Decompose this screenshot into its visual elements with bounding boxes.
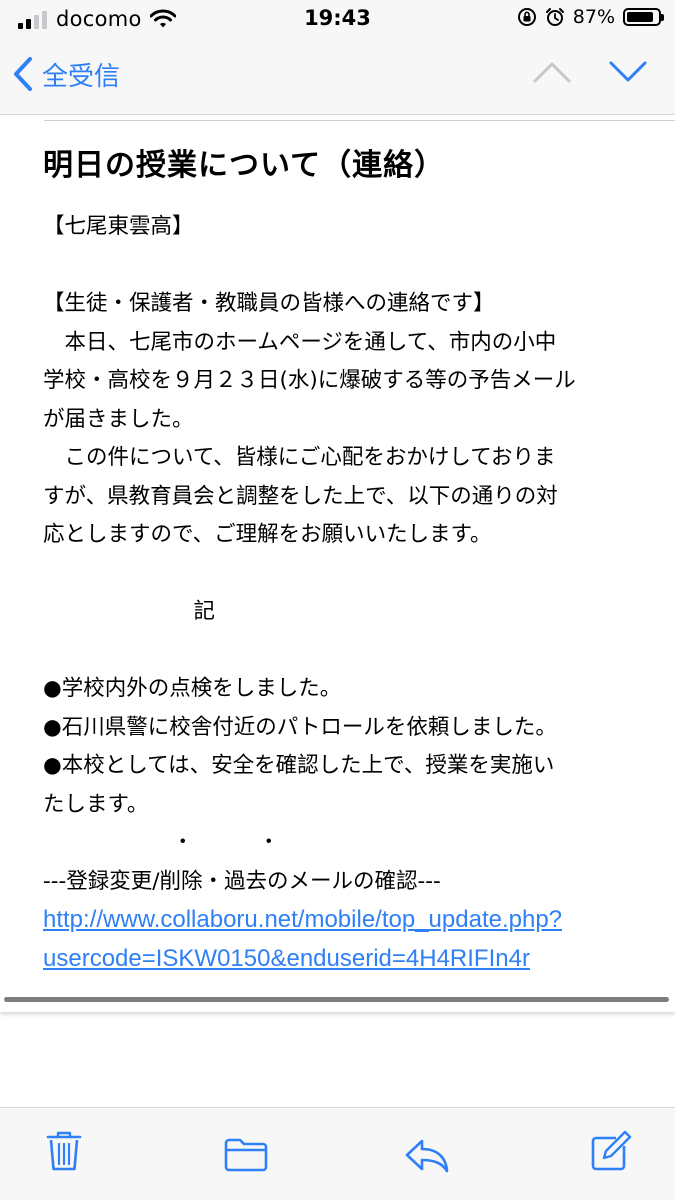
divider bbox=[44, 120, 675, 121]
update-registration-link[interactable]: usercode=ISKW0150&enduserid=4H4RIFIn4r bbox=[43, 945, 530, 972]
update-registration-link[interactable]: http://www.collaboru.net/mobile/top_upda… bbox=[43, 906, 562, 933]
status-bar: docomo 19:43 87% bbox=[0, 0, 675, 38]
body-line: たします。 bbox=[43, 791, 149, 817]
compose-button[interactable] bbox=[590, 1130, 632, 1176]
chevron-up-icon bbox=[533, 62, 571, 83]
trash-icon bbox=[46, 1131, 82, 1171]
body-line: ・ ・ bbox=[43, 830, 280, 855]
message-subject: 明日の授業について（連絡） bbox=[43, 148, 446, 183]
body-line: ---登録変更/削除・過去のメールの確認--- bbox=[43, 868, 441, 894]
message-body: 【七尾東雲高】 【生徒・保護者・教職員の皆様への連絡です】 本日、七尾市のホーム… bbox=[43, 208, 655, 978]
body-line: ●石川県警に校舎付近のパトロールを依頼しました。 bbox=[43, 714, 557, 740]
body-line: 【七尾東雲高】 bbox=[43, 214, 194, 239]
body-line: 【生徒・保護者・教職員の皆様への連絡です】 bbox=[43, 291, 495, 316]
orientation-lock-icon bbox=[517, 8, 536, 26]
body-line: 記 bbox=[43, 599, 216, 624]
reply-button[interactable] bbox=[404, 1138, 450, 1178]
next-message-button[interactable] bbox=[608, 60, 648, 88]
body-line: この件について、皆様にご心配をおかけしておりま bbox=[43, 445, 556, 470]
body-line: 本日、七尾市のホームページを通して、市内の小中 bbox=[43, 329, 557, 355]
delete-button[interactable] bbox=[46, 1130, 82, 1176]
body-line bbox=[43, 247, 655, 286]
alarm-icon bbox=[545, 8, 564, 26]
body-line bbox=[43, 555, 655, 594]
back-to-inbox-button[interactable]: 全受信 bbox=[12, 54, 120, 94]
body-line: ●本校としては、安全を確認した上で、授業を実施い bbox=[43, 753, 555, 778]
battery-icon bbox=[623, 8, 664, 26]
folder-icon bbox=[224, 1138, 268, 1172]
battery-percent: 87% bbox=[572, 6, 615, 28]
body-line: ●学校内外の点検をしました。 bbox=[43, 676, 342, 701]
body-line bbox=[43, 632, 655, 671]
move-to-folder-button[interactable] bbox=[224, 1138, 268, 1176]
compose-icon bbox=[591, 1130, 632, 1171]
body-line: 応としますので、ご理解をお願いいたします。 bbox=[43, 522, 492, 547]
mail-nav-bar: 全受信 bbox=[0, 38, 675, 115]
reply-icon bbox=[405, 1139, 449, 1173]
body-line: が届きました。 bbox=[43, 406, 194, 432]
chevron-down-icon bbox=[609, 61, 647, 82]
scrollbar[interactable] bbox=[4, 997, 669, 1002]
bottom-toolbar bbox=[0, 1107, 675, 1200]
back-button-label: 全受信 bbox=[42, 61, 121, 92]
chevron-left-icon bbox=[14, 57, 32, 91]
body-line: すが、県教育員会と調整をした上で、以下の通りの対 bbox=[43, 483, 558, 509]
previous-message-button[interactable] bbox=[532, 60, 572, 88]
body-line: 学校・高校を９月２３日(水)に爆破する等の予告メール bbox=[43, 368, 576, 393]
message-view: 明日の授業について（連絡） 【七尾東雲高】 【生徒・保護者・教職員の皆様への連絡… bbox=[0, 118, 675, 1012]
